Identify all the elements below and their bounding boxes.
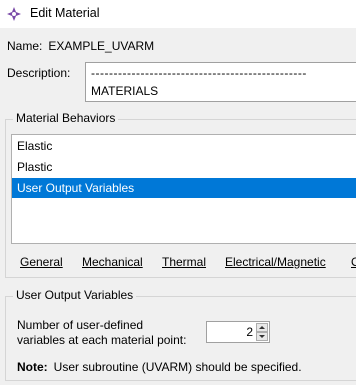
spin-down-button[interactable] bbox=[256, 332, 268, 341]
spin-up-button[interactable] bbox=[256, 323, 268, 332]
material-behaviors-list[interactable]: Elastic Plastic User Output Variables bbox=[11, 134, 356, 244]
name-label: Name: bbox=[7, 39, 43, 53]
arrow-down-icon bbox=[259, 335, 265, 338]
note-label: Note: bbox=[17, 360, 48, 374]
list-item-plastic[interactable]: Plastic bbox=[12, 157, 356, 177]
list-item-user-output-variables[interactable]: User Output Variables bbox=[12, 178, 356, 198]
window-title: Edit Material bbox=[30, 6, 100, 20]
name-value: EXAMPLE_UVARM bbox=[48, 39, 155, 53]
description-line-2: MATERIALS bbox=[91, 84, 159, 98]
spin-buttons bbox=[256, 323, 268, 341]
material-behaviors-title: Material Behaviors bbox=[13, 111, 119, 125]
note-text: Note: User subroutine (UVARM) should be s… bbox=[17, 360, 302, 374]
num-variables-label-line-2: variables at each material point: bbox=[17, 333, 187, 347]
title-bar: Edit Material bbox=[0, 0, 356, 28]
description-label: Description: bbox=[7, 66, 71, 80]
description-field[interactable]: ----------------------------------------… bbox=[85, 62, 356, 102]
menu-thermal[interactable]: Thermal bbox=[162, 255, 206, 269]
arrow-up-icon bbox=[259, 326, 265, 329]
name-row: Name: EXAMPLE_UVARM bbox=[7, 39, 154, 53]
user-output-variables-title: User Output Variables bbox=[13, 288, 137, 302]
menu-other[interactable]: O bbox=[351, 255, 356, 269]
menu-electrical-magnetic[interactable]: Electrical/Magnetic bbox=[225, 255, 326, 269]
num-variables-label-line-1: Number of user-defined bbox=[17, 318, 144, 332]
crosshair-icon bbox=[7, 7, 21, 21]
num-variables-label: Number of user-defined variables at each… bbox=[17, 318, 186, 348]
menu-mechanical[interactable]: Mechanical bbox=[82, 255, 143, 269]
note-message: User subroutine (UVARM) should be specif… bbox=[53, 360, 302, 374]
list-item-elastic[interactable]: Elastic bbox=[12, 136, 356, 156]
description-line-1: ----------------------------------------… bbox=[91, 66, 307, 80]
num-variables-spinbox[interactable]: 2 bbox=[206, 321, 270, 343]
menu-general[interactable]: General bbox=[20, 255, 63, 269]
edit-material-dialog: Edit Material Name: EXAMPLE_UVARM Descrip… bbox=[0, 0, 356, 385]
num-variables-value[interactable]: 2 bbox=[246, 325, 253, 339]
